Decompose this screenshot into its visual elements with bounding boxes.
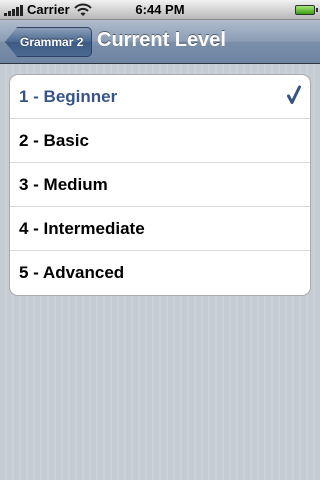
navigation-bar: Grammar 2 Current Level [0, 20, 320, 64]
level-row-advanced[interactable]: 5 - Advanced [10, 251, 310, 295]
level-label: 5 - Advanced [19, 263, 125, 282]
status-time: 6:44 PM [135, 2, 185, 17]
level-row-beginner[interactable]: 1 - Beginner [10, 75, 310, 119]
page-title: Current Level [97, 29, 226, 51]
level-label: 4 - Intermediate [19, 218, 145, 238]
level-label: 1 - Beginner [19, 86, 118, 106]
status-bar: Carrier 6:44 PM [0, 0, 320, 20]
checkmark-icon [287, 85, 301, 104]
level-label: 3 - Medium [19, 174, 108, 194]
level-row-basic[interactable]: 2 - Basic [10, 119, 310, 163]
level-list: 1 - Beginner 2 - Basic 3 - Medium 4 - In… [9, 74, 311, 296]
back-button[interactable]: Grammar 2 [5, 27, 93, 57]
level-row-intermediate[interactable]: 4 - Intermediate [10, 207, 310, 251]
level-row-medium[interactable]: 3 - Medium [10, 163, 310, 207]
battery-icon [295, 5, 318, 15]
level-label: 2 - Basic [19, 130, 89, 150]
